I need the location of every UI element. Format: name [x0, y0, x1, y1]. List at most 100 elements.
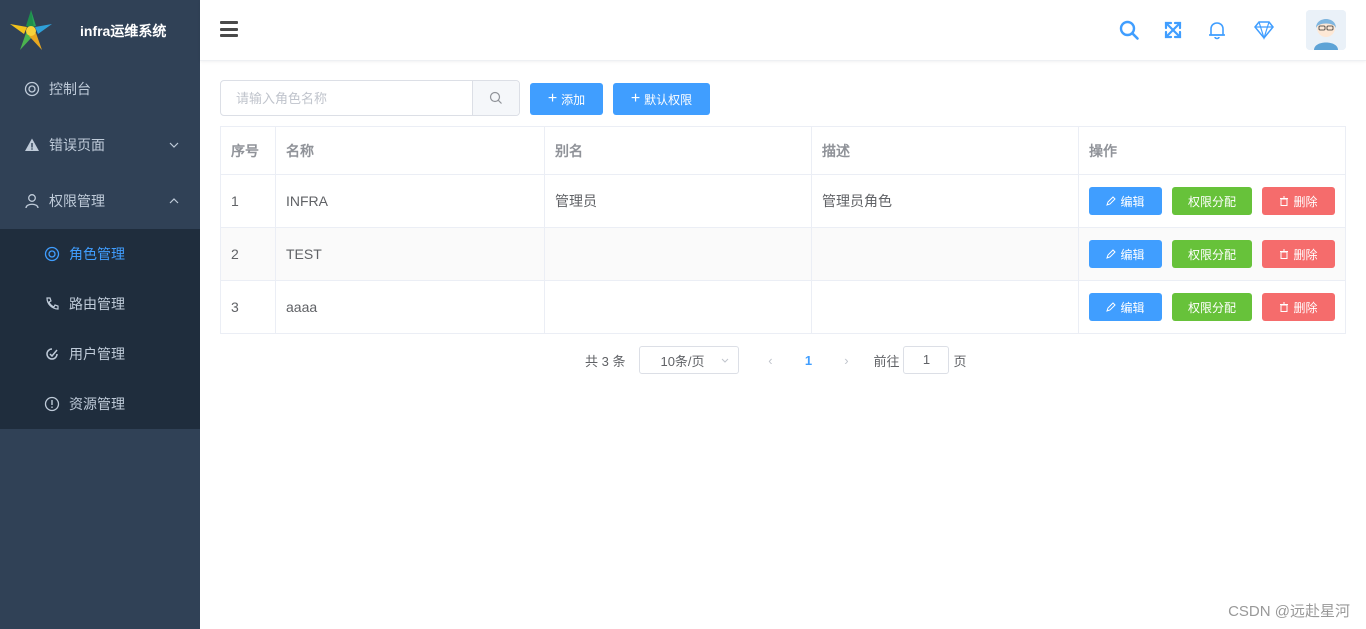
sidebar-item-role-management[interactable]: 角色管理 — [0, 229, 200, 279]
plus-icon: + — [547, 90, 558, 107]
sidebar-item-resource-management[interactable]: 资源管理 — [0, 379, 200, 429]
logo-icon — [10, 10, 52, 50]
pagination: 共 3 条 10条/页 ‹ 1 › 前往 1 页 — [585, 346, 967, 374]
cell-description — [811, 280, 1079, 334]
route-icon — [43, 295, 61, 313]
assign-permissions-button[interactable]: 权限分配 — [1172, 240, 1252, 268]
table-row: 2 TEST 编辑 权限分配 删除 — [220, 227, 1346, 281]
warning-icon — [23, 136, 41, 154]
table-header-row: 序号 名称 别名 描述 操作 — [220, 126, 1346, 175]
edit-label: 编辑 — [1120, 247, 1145, 262]
assign-label: 权限分配 — [1187, 300, 1236, 315]
sidebar-item-dashboard[interactable]: 控制台 — [0, 61, 200, 117]
sidebar-item-label: 权限管理 — [49, 193, 105, 209]
cell-index: 3 — [220, 280, 276, 334]
header — [200, 0, 1366, 61]
sidebar-item-label: 路由管理 — [69, 296, 125, 312]
trash-icon — [1280, 249, 1289, 259]
dashboard-icon — [23, 80, 41, 98]
table-row: 3 aaaa 编辑 权限分配 删除 — [220, 280, 1346, 334]
chevron-down-icon — [169, 142, 179, 148]
edit-label: 编辑 — [1120, 300, 1145, 315]
cell-index: 2 — [220, 227, 276, 281]
pagination-total: 共 3 条 — [585, 353, 626, 369]
avatar-image-icon — [1306, 10, 1346, 50]
sidebar-item-label: 资源管理 — [69, 396, 125, 412]
trash-icon — [1280, 196, 1289, 206]
delete-label: 删除 — [1293, 247, 1318, 262]
cell-alias — [544, 227, 812, 281]
edit-icon — [1106, 249, 1117, 259]
avatar[interactable] — [1306, 10, 1346, 50]
user-manage-icon — [43, 345, 61, 363]
search-button[interactable] — [472, 81, 519, 115]
page-size-value: 10条/页 — [660, 353, 705, 369]
roles-table: 序号 名称 别名 描述 操作 1 INFRA 管理员 管理员角色 编辑 权限分配 — [220, 126, 1346, 334]
cell-actions: 编辑 权限分配 删除 — [1078, 280, 1346, 334]
column-header-description: 描述 — [811, 126, 1079, 175]
add-label: 添加 — [561, 92, 586, 107]
resource-icon — [43, 395, 61, 413]
plus-icon: + — [630, 90, 641, 107]
edit-button[interactable]: 编辑 — [1089, 293, 1162, 321]
cell-description: 管理员角色 — [811, 174, 1079, 228]
page-number[interactable]: 1 — [793, 353, 823, 368]
edit-button[interactable]: 编辑 — [1089, 240, 1162, 268]
search-icon[interactable] — [1118, 19, 1140, 41]
sidebar-item-user-management[interactable]: 用户管理 — [0, 329, 200, 379]
cell-actions: 编辑 权限分配 删除 — [1078, 227, 1346, 281]
cell-name: TEST — [275, 227, 545, 281]
cell-name: aaaa — [275, 280, 545, 334]
edit-label: 编辑 — [1120, 194, 1145, 209]
page-size-select[interactable]: 10条/页 — [639, 346, 740, 374]
cell-alias — [544, 280, 812, 334]
chevron-up-icon — [169, 198, 179, 204]
assign-label: 权限分配 — [1187, 247, 1236, 262]
delete-button[interactable]: 删除 — [1262, 187, 1335, 215]
next-page-button[interactable]: › — [831, 353, 861, 368]
goto-page-input[interactable]: 1 — [903, 346, 950, 374]
search-icon — [489, 91, 502, 104]
cell-index: 1 — [220, 174, 276, 228]
assign-permissions-button[interactable]: 权限分配 — [1172, 187, 1252, 215]
prev-page-button[interactable]: ‹ — [755, 353, 785, 368]
column-header-actions: 操作 — [1078, 126, 1346, 175]
sidebar-item-label: 角色管理 — [69, 246, 125, 262]
table-row: 1 INFRA 管理员 管理员角色 编辑 权限分配 删除 — [220, 174, 1346, 228]
bell-icon[interactable] — [1206, 19, 1228, 41]
chevron-down-icon — [722, 358, 729, 363]
cell-actions: 编辑 权限分配 删除 — [1078, 174, 1346, 228]
delete-button[interactable]: 删除 — [1262, 240, 1335, 268]
default-permissions-button[interactable]: + 默认权限 — [613, 83, 710, 115]
sidebar-item-label: 控制台 — [49, 81, 91, 97]
hamburger-icon[interactable] — [220, 21, 238, 37]
sidebar-item-route-management[interactable]: 路由管理 — [0, 279, 200, 329]
search-input[interactable] — [221, 81, 472, 115]
column-header-alias: 别名 — [544, 126, 812, 175]
default-permissions-label: 默认权限 — [644, 92, 693, 107]
edit-icon — [1106, 196, 1117, 206]
sidebar-item-permissions[interactable]: 权限管理 — [0, 173, 200, 229]
role-icon — [43, 245, 61, 263]
cell-name: INFRA — [275, 174, 545, 228]
sidebar-item-label: 用户管理 — [69, 346, 125, 362]
add-role-button[interactable]: + 添加 — [530, 83, 603, 115]
sidebar-item-label: 错误页面 — [49, 137, 105, 153]
diamond-icon[interactable] — [1253, 19, 1275, 41]
role-search — [220, 80, 520, 116]
edit-icon — [1106, 302, 1117, 312]
trash-icon — [1280, 302, 1289, 312]
assign-label: 权限分配 — [1187, 194, 1236, 209]
watermark: CSDN @远赴星河 — [1228, 603, 1350, 620]
cell-description — [811, 227, 1079, 281]
page-suffix: 页 — [953, 353, 967, 369]
sidebar-item-error-pages[interactable]: 错误页面 — [0, 117, 200, 173]
cell-alias: 管理员 — [544, 174, 812, 228]
edit-button[interactable]: 编辑 — [1089, 187, 1162, 215]
goto-label: 前往 — [873, 353, 900, 369]
fullscreen-icon[interactable] — [1162, 19, 1184, 41]
delete-button[interactable]: 删除 — [1262, 293, 1335, 321]
user-icon — [23, 192, 41, 210]
logo[interactable]: infra运维系统 — [0, 0, 200, 62]
assign-permissions-button[interactable]: 权限分配 — [1172, 293, 1252, 321]
